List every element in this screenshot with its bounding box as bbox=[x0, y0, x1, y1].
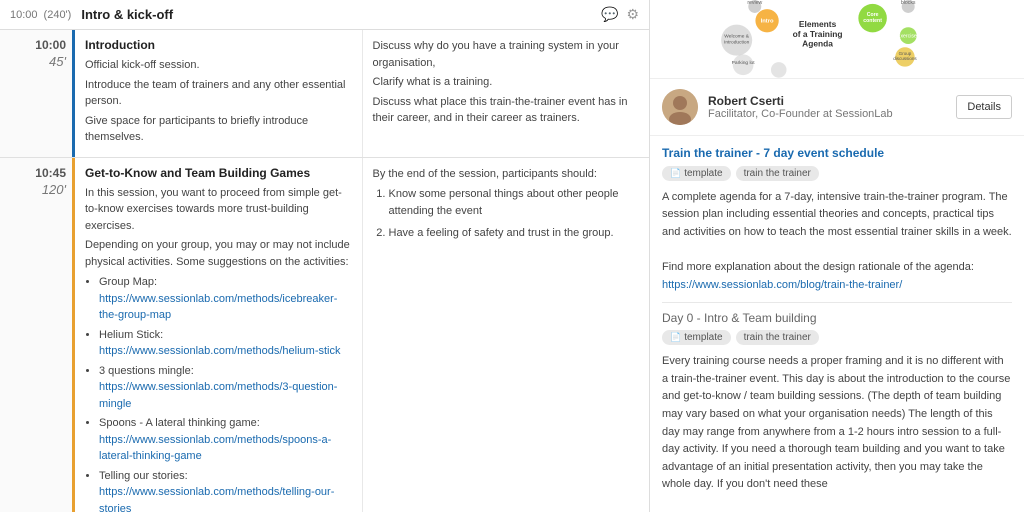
tag-template-2: 📄 template bbox=[662, 330, 731, 345]
avatar bbox=[662, 89, 698, 125]
session-gtk: 10:45 120' Get-to-Know and Team Building… bbox=[0, 158, 649, 512]
blog-link[interactable]: https://www.sessionlab.com/blog/train-th… bbox=[662, 279, 902, 291]
svg-text:Intro: Intro bbox=[761, 19, 774, 25]
tag-ttt-2: train the trainer bbox=[736, 330, 819, 345]
session-intro-right: Discuss why do you have a training syste… bbox=[363, 30, 650, 157]
list-item: Telling our stories: https://www.session… bbox=[99, 468, 352, 512]
agenda-description: A complete agenda for a 7-day, intensive… bbox=[662, 189, 1012, 295]
session-intro-time: 10:00 45' bbox=[0, 30, 75, 157]
session-gtk-left: Get-to-Know and Team Building Games In t… bbox=[75, 158, 363, 512]
session-intro: 10:00 45' Introduction Official kick-off… bbox=[0, 30, 649, 158]
svg-text:Elements: Elements bbox=[799, 19, 837, 29]
list-item: Helium Stick: https://www.sessionlab.com… bbox=[99, 327, 352, 360]
settings-icon: ⚙ bbox=[626, 6, 639, 23]
svg-text:of a Training: of a Training bbox=[793, 29, 843, 39]
svg-text:review: review bbox=[747, 0, 762, 6]
list-item: 3 questions mingle: https://www.sessionl… bbox=[99, 363, 352, 413]
svg-text:blocks: blocks bbox=[901, 0, 916, 6]
details-button[interactable]: Details bbox=[956, 95, 1012, 119]
stories-link[interactable]: https://www.sessionlab.com/methods/telli… bbox=[99, 486, 334, 512]
sessions-container: 10:00 45' Introduction Official kick-off… bbox=[0, 30, 649, 512]
tag-template: 📄 template bbox=[662, 166, 731, 181]
list-item: Have a feeling of safety and trust in th… bbox=[389, 225, 640, 242]
agenda-tags: 📄 template train the trainer bbox=[662, 166, 1012, 181]
session-gtk-time: 10:45 120' bbox=[0, 158, 75, 512]
session-gtk-content: Get-to-Know and Team Building Games In t… bbox=[75, 158, 649, 512]
session-gtk-right: By the end of the session, participants … bbox=[363, 158, 650, 512]
diagram-svg: Elements of a Training Agenda review blo… bbox=[650, 0, 1024, 78]
header-time: 10:00 bbox=[10, 9, 38, 21]
tag-train-the-trainer: train the trainer bbox=[736, 166, 819, 181]
svg-text:Exercises: Exercises bbox=[897, 34, 920, 40]
header-bar: 10:00 (240') Intro & kick-off 💬 ⚙ bbox=[0, 0, 649, 30]
diagram-area: Elements of a Training Agenda review blo… bbox=[650, 0, 1024, 79]
chat-icon: 💬 bbox=[601, 6, 618, 23]
page-title: Intro & kick-off bbox=[81, 7, 173, 22]
left-panel: 10:00 (240') Intro & kick-off 💬 ⚙ 10:00 … bbox=[0, 0, 650, 512]
group-map-link[interactable]: https://www.sessionlab.com/methods/icebr… bbox=[99, 293, 337, 322]
session-intro-left: Introduction Official kick-off session. … bbox=[75, 30, 363, 157]
day0-title: Day 0 - Intro & Team building bbox=[662, 311, 1012, 325]
profile-section: Robert Cserti Facilitator, Co-Founder at… bbox=[650, 79, 1024, 136]
agenda-link[interactable]: Train the trainer - 7 day event schedule bbox=[662, 146, 1012, 160]
profile-info: Robert Cserti Facilitator, Co-Founder at… bbox=[708, 94, 893, 120]
list-item: Group Map: https://www.sessionlab.com/me… bbox=[99, 274, 352, 324]
svg-text:Introduction: Introduction bbox=[724, 39, 750, 45]
svg-text:Welcome &: Welcome & bbox=[724, 34, 749, 40]
svg-text:Group: Group bbox=[899, 51, 912, 56]
day0-tags: 📄 template train the trainer bbox=[662, 330, 1012, 345]
header-icons: 💬 ⚙ bbox=[601, 6, 639, 23]
list-item: Know some personal things about other pe… bbox=[389, 186, 640, 219]
svg-text:Core: Core bbox=[867, 12, 879, 18]
svg-text:discussions: discussions bbox=[893, 56, 917, 61]
session-intro-content: Introduction Official kick-off session. … bbox=[75, 30, 649, 157]
right-panel: Elements of a Training Agenda review blo… bbox=[650, 0, 1024, 512]
list-item: Spoons - A lateral thinking game: https:… bbox=[99, 415, 352, 465]
3q-mingle-link[interactable]: https://www.sessionlab.com/methods/3-que… bbox=[99, 381, 337, 410]
helium-stick-link[interactable]: https://www.sessionlab.com/methods/heliu… bbox=[99, 345, 340, 357]
spoons-link[interactable]: https://www.sessionlab.com/methods/spoon… bbox=[99, 434, 331, 463]
header-badge: (240') bbox=[44, 9, 72, 21]
day0-description: Every training course needs a proper fra… bbox=[662, 353, 1012, 494]
section-divider bbox=[662, 302, 1012, 303]
svg-text:content: content bbox=[863, 18, 882, 24]
content-section: Train the trainer - 7 day event schedule… bbox=[650, 136, 1024, 512]
svg-text:Agenda: Agenda bbox=[802, 39, 833, 49]
svg-text:Parking lot: Parking lot bbox=[732, 60, 756, 66]
